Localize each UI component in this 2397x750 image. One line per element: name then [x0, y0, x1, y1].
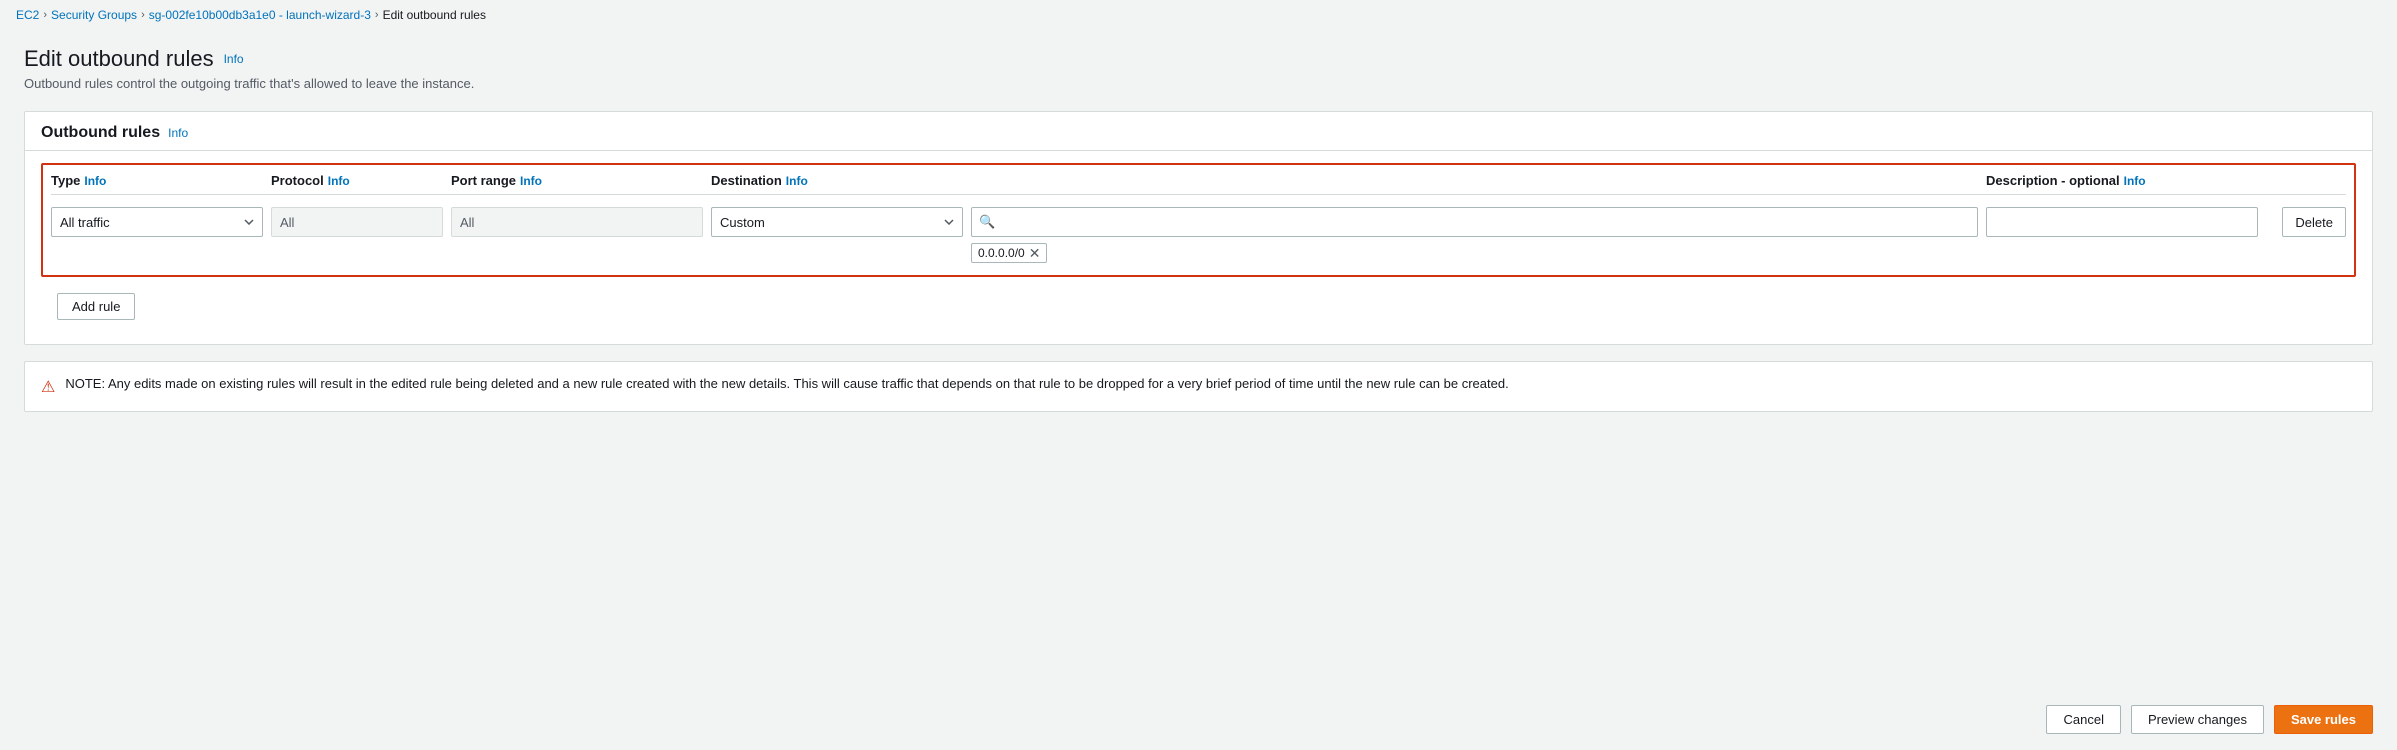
- destination-tag-item: 0.0.0.0/0 ✕: [971, 243, 1047, 263]
- protocol-info-link[interactable]: Info: [328, 174, 350, 188]
- destination-header-label: Destination: [711, 173, 782, 188]
- table-row: All trafficCustom TCPCustom UDPAll traff…: [51, 203, 2346, 267]
- breadcrumb-ec2[interactable]: EC2: [16, 8, 39, 22]
- destination-info-link[interactable]: Info: [786, 174, 808, 188]
- breadcrumb-security-groups[interactable]: Security Groups: [51, 8, 137, 22]
- breadcrumb-sep-3: ›: [375, 9, 379, 21]
- preview-changes-button[interactable]: Preview changes: [2131, 705, 2264, 734]
- delete-cell: Delete: [2266, 207, 2346, 237]
- type-cell: All trafficCustom TCPCustom UDPAll traff…: [51, 207, 271, 237]
- protocol-input: [271, 207, 443, 237]
- breadcrumb-current: Edit outbound rules: [383, 8, 486, 22]
- rules-highlighted-container: Type Info Protocol Info Port range: [41, 163, 2356, 277]
- description-header-label: Description - optional: [1986, 173, 2120, 188]
- add-rule-row: Add rule: [41, 285, 2356, 332]
- delete-button[interactable]: Delete: [2282, 207, 2346, 237]
- col-header-protocol: Protocol Info: [271, 173, 451, 188]
- description-info-link[interactable]: Info: [2124, 174, 2146, 188]
- page-info-link[interactable]: Info: [224, 52, 244, 66]
- portrange-input: [451, 207, 703, 237]
- table-header-row: Type Info Protocol Info Port range: [51, 173, 2346, 195]
- rules-table-wrapper: Type Info Protocol Info Port range: [25, 151, 2372, 344]
- destination-cell: CustomAnywhere-IPv4Anywhere-IPv6My IP: [711, 207, 971, 237]
- destination-search-wrap: 🔍: [971, 207, 1978, 237]
- footer-actions: Cancel Preview changes Save rules: [0, 689, 2397, 750]
- save-rules-button[interactable]: Save rules: [2274, 705, 2373, 734]
- portrange-info-link[interactable]: Info: [520, 174, 542, 188]
- section-info-link[interactable]: Info: [168, 126, 188, 140]
- breadcrumb-sep-1: ›: [43, 9, 47, 21]
- type-select[interactable]: All trafficCustom TCPCustom UDPAll traff…: [51, 207, 263, 237]
- outbound-rules-card: Outbound rules Info Type Info Protoc: [24, 111, 2373, 345]
- portrange-header-label: Port range: [451, 173, 516, 188]
- search-icon: 🔍: [979, 214, 995, 230]
- destination-tag-label: 0.0.0.0/0: [978, 246, 1025, 260]
- section-title: Outbound rules: [41, 124, 160, 142]
- note-text: NOTE: Any edits made on existing rules w…: [65, 376, 1508, 391]
- breadcrumb-sep-2: ›: [141, 9, 145, 21]
- type-header-label: Type: [51, 173, 80, 188]
- page-description: Outbound rules control the outgoing traf…: [24, 76, 2373, 91]
- page-title: Edit outbound rules: [24, 46, 214, 72]
- destination-tag-remove[interactable]: ✕: [1029, 246, 1041, 260]
- col-header-description: Description - optional Info: [1986, 173, 2266, 188]
- description-input[interactable]: [1986, 207, 2258, 237]
- add-rule-button[interactable]: Add rule: [57, 293, 135, 320]
- section-header: Outbound rules Info: [25, 112, 2372, 151]
- breadcrumb-sg[interactable]: sg-002fe10b00db3a1e0 - launch-wizard-3: [149, 8, 371, 22]
- description-cell: [1986, 207, 2266, 237]
- page-title-row: Edit outbound rules Info: [24, 46, 2373, 72]
- protocol-header-label: Protocol: [271, 173, 324, 188]
- cancel-button[interactable]: Cancel: [2046, 705, 2120, 734]
- warning-icon: ⚠: [41, 377, 55, 397]
- breadcrumb: EC2 › Security Groups › sg-002fe10b00db3…: [0, 0, 2397, 30]
- destination-search-input[interactable]: [971, 207, 1978, 237]
- note-card: ⚠ NOTE: Any edits made on existing rules…: [24, 361, 2373, 412]
- destination-select[interactable]: CustomAnywhere-IPv4Anywhere-IPv6My IP: [711, 207, 963, 237]
- col-header-portrange: Port range Info: [451, 173, 711, 188]
- col-header-destination: Destination Info: [711, 173, 971, 188]
- destination-value-cell: 🔍 0.0.0.0/0 ✕: [971, 207, 1986, 263]
- portrange-cell: [451, 207, 711, 237]
- type-info-link[interactable]: Info: [84, 174, 106, 188]
- destination-tags: 0.0.0.0/0 ✕: [971, 243, 1978, 263]
- protocol-cell: [271, 207, 451, 237]
- col-header-type: Type Info: [51, 173, 271, 188]
